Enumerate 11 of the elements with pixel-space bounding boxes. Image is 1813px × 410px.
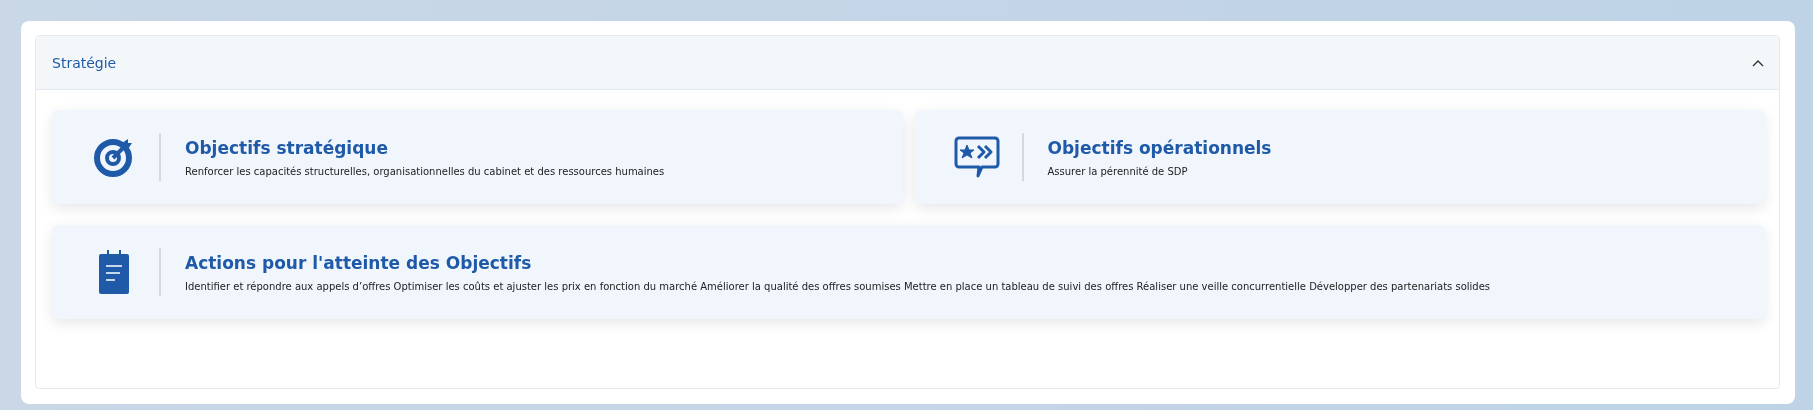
target-icon bbox=[94, 137, 134, 177]
card-title: Objectifs stratégique bbox=[185, 137, 389, 158]
card-title: Actions pour l'atteinte des Objectifs bbox=[185, 252, 533, 273]
card-title: Objectifs opérationnels bbox=[1047, 137, 1272, 158]
chat-star-icon bbox=[953, 135, 1000, 179]
card-description: Assurer la pérennité de SDP bbox=[1047, 165, 1189, 177]
card-description: Identifier et répondre aux appels d’offres Optimiser les coûts et ajuster les prix en fonction du marché Améliorer la qualité des offres soumises Mettre en place un tableau de suivi des offres Réaliser une veille concurrentielle Développer des partenariats solides bbox=[185, 280, 1491, 292]
notepad-icon bbox=[99, 250, 129, 294]
section-header[interactable]: Stratégie bbox=[36, 36, 1779, 90]
card-description: Renforcer les capacités structurelles, organisationnelles du cabinet et des ressources humaines bbox=[185, 165, 665, 177]
section-title: Stratégie bbox=[52, 54, 117, 71]
